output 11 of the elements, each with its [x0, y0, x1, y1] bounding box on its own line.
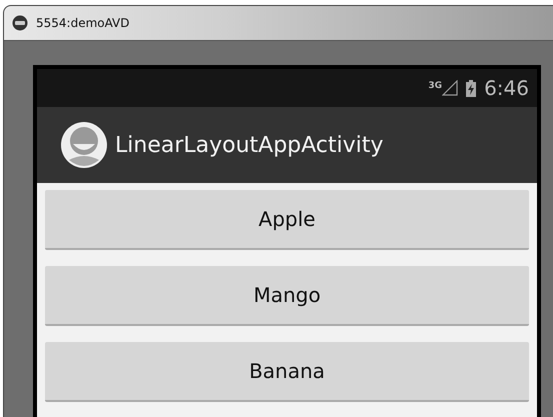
fruit-button[interactable]: Apple: [45, 190, 529, 250]
network-type-label: 3G: [428, 80, 442, 93]
battery-charging-icon: [466, 80, 476, 96]
app-icon: [12, 15, 28, 31]
fruit-button[interactable]: Mango: [45, 266, 529, 326]
status-time: 6:46: [484, 75, 529, 102]
signal-icon: [442, 80, 458, 96]
window-title: 5554:demoAVD: [36, 15, 130, 32]
action-bar-title: LinearLayoutAppActivity: [115, 132, 384, 160]
app-logo-icon: [61, 122, 107, 168]
fruit-button[interactable]: Banana: [45, 342, 529, 402]
